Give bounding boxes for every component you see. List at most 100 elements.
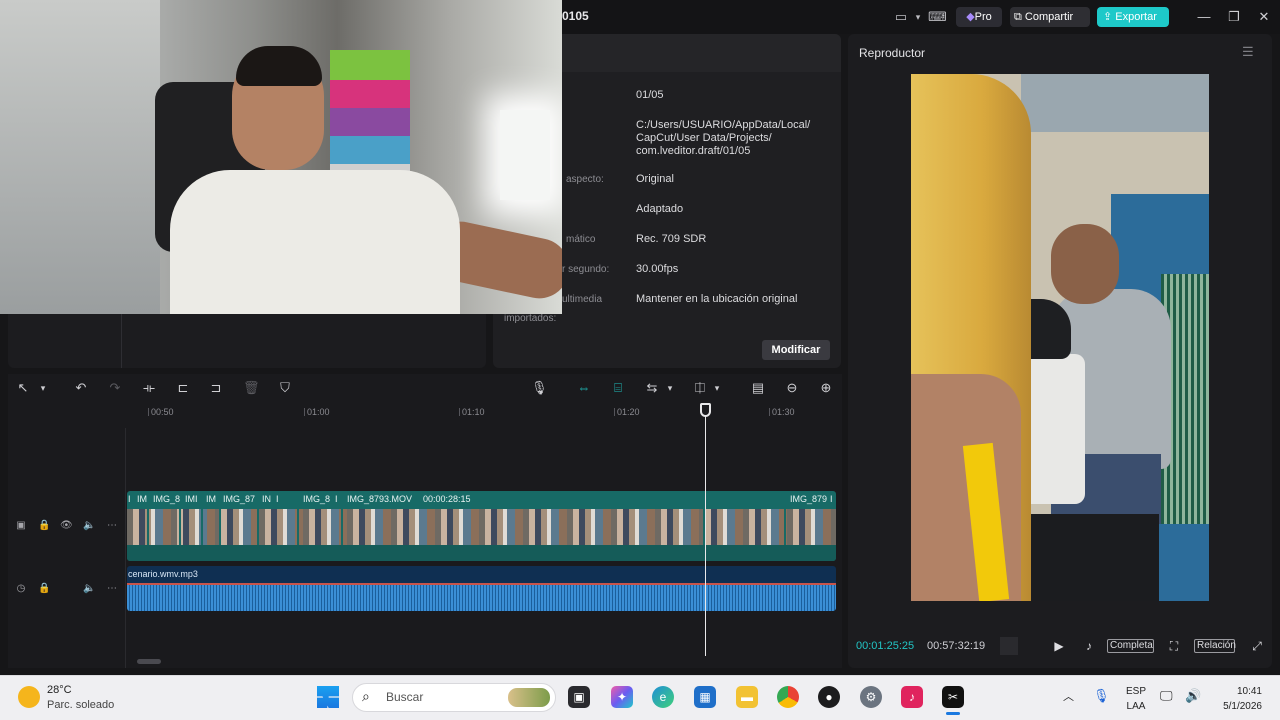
clip-label[interactable]: IMG_879	[790, 494, 827, 504]
language-code: ESP	[1126, 686, 1147, 697]
split-left-icon[interactable]: ⊏	[175, 379, 191, 397]
chevron-down-icon[interactable]: ▾	[665, 379, 675, 397]
microphone-icon[interactable]: 🎙	[531, 379, 548, 397]
timeline-scrollbar[interactable]	[137, 659, 161, 664]
project-path-value: C:/Users/USUARIO/AppData/Local/ CapCut/U…	[636, 119, 811, 157]
clip-label[interactable]: I	[128, 494, 131, 504]
cursor-icon[interactable]: ↖	[16, 379, 30, 397]
weather-description[interactable]: Parc. soleado	[47, 699, 114, 711]
crop-icon[interactable]: ⛶	[1166, 637, 1182, 655]
speaker-icon[interactable]: 🔈	[83, 520, 95, 532]
audio-track[interactable]: cenario.wmv.mp3	[127, 566, 836, 611]
clip-label[interactable]: I	[335, 494, 338, 504]
chevron-down-icon[interactable]: ▾	[913, 8, 923, 26]
store-icon[interactable]: ▦	[694, 686, 716, 708]
fullscreen-icon[interactable]: ⤢	[1249, 637, 1265, 655]
clip-label[interactable]: IM	[137, 494, 147, 504]
modify-button[interactable]: Modificar	[762, 340, 830, 360]
export-button[interactable]: ⇪ Exportar	[1097, 7, 1169, 27]
marker-icon[interactable]	[1000, 637, 1018, 655]
play-icon[interactable]: ▶	[1052, 637, 1066, 655]
undo-icon[interactable]: ↶	[73, 379, 89, 397]
chevron-down-icon[interactable]: ▾	[38, 379, 48, 397]
tiktok-icon[interactable]: ♪	[1081, 637, 1097, 655]
speaker-icon[interactable]: 🔈	[83, 583, 95, 595]
clip-separator	[179, 509, 181, 545]
webcam-overlay	[0, 0, 562, 314]
chevron-up-icon[interactable]: ︿	[1063, 688, 1074, 704]
lock-icon[interactable]: 🔒	[38, 583, 50, 595]
search-highlight-image[interactable]	[508, 688, 550, 707]
more-icon[interactable]: ⋯	[106, 520, 118, 532]
close-icon[interactable]: ✕	[1254, 8, 1274, 26]
obs-icon[interactable]: ●	[818, 686, 840, 708]
ruler-tick	[148, 408, 149, 416]
pro-button[interactable]: ◆Pro	[956, 7, 1002, 27]
system-clock[interactable]: 10:41 5/1/2026	[1222, 684, 1262, 714]
cover-icon[interactable]: ▣	[15, 520, 27, 532]
zoom-in-icon[interactable]: ⊕	[818, 379, 834, 397]
microphone-tray-icon[interactable]: 🎙	[1093, 688, 1110, 704]
clip-label[interactable]: I	[276, 494, 279, 504]
link-icon[interactable]: ⇆	[642, 379, 662, 397]
zoom-out-icon[interactable]: ⊖	[784, 379, 800, 397]
clip-separator	[784, 509, 786, 545]
layout-icon[interactable]: ▭	[892, 8, 910, 26]
volume-icon[interactable]: 🔊	[1185, 688, 1201, 704]
clip-thumbnails	[127, 509, 836, 545]
clip-label[interactable]: IMI	[185, 494, 198, 504]
main-track-magnet-icon[interactable]: ⇔	[574, 379, 594, 397]
aspect-value: Original	[636, 173, 674, 185]
minimize-icon[interactable]: —	[1194, 8, 1214, 26]
more-icon[interactable]: ⋯	[106, 583, 118, 595]
shortcuts-icon[interactable]: ⌨	[928, 8, 947, 26]
fullres-button[interactable]: Completa	[1107, 639, 1154, 653]
task-view-icon[interactable]: ▣	[568, 686, 590, 708]
search-icon[interactable]: ⌕	[362, 688, 370, 705]
eye-icon[interactable]: 👁	[60, 520, 73, 532]
share-button[interactable]: ⧉ Compartir	[1010, 7, 1090, 27]
video-track[interactable]: I IM IMG_8 IMI IM IMG_87 IN I IMG_8 I IM…	[127, 491, 836, 561]
audio-track-icon: ◷	[16, 583, 26, 594]
clip-label[interactable]: IMG_87	[223, 494, 255, 504]
video-preview[interactable]	[911, 74, 1209, 601]
clip-label[interactable]: I	[830, 494, 833, 504]
weather-sun-icon[interactable]	[18, 686, 40, 708]
network-icon[interactable]: 🖵	[1160, 688, 1173, 704]
settings-gear-icon[interactable]: ⚙	[860, 686, 882, 708]
chrome-icon[interactable]	[777, 686, 799, 708]
total-time: 00:57:32:19	[927, 640, 986, 652]
chevron-down-icon[interactable]: ▾	[712, 379, 722, 397]
redo-icon[interactable]: ↷	[107, 379, 123, 397]
caption-icon[interactable]: ▤	[749, 379, 767, 397]
split-icon[interactable]: ⟛	[141, 379, 157, 397]
framerate-label: r segundo:	[562, 264, 610, 275]
clip-label[interactable]: IN	[262, 494, 271, 504]
maximize-icon[interactable]: ❐	[1224, 8, 1244, 26]
playhead-handle[interactable]	[700, 403, 711, 417]
ratio-button[interactable]: Relación	[1194, 639, 1236, 653]
weather-temperature[interactable]: 28°C	[47, 684, 72, 696]
preview-axis-icon[interactable]: ⎅	[690, 379, 710, 397]
clip-label[interactable]: IM	[206, 494, 216, 504]
clip-label[interactable]: IMG_8793.MOV	[347, 494, 412, 504]
shield-icon[interactable]: ⛉	[277, 379, 293, 397]
clip-label[interactable]: IMG_8	[153, 494, 180, 504]
menu-icon[interactable]: ☰	[1242, 44, 1254, 60]
copilot-icon[interactable]: ✦	[611, 686, 633, 708]
taskbar	[0, 675, 1280, 720]
edge-icon[interactable]: e	[652, 686, 674, 708]
tiktok-app-icon[interactable]: ♪	[901, 686, 923, 708]
playhead[interactable]	[705, 412, 706, 656]
search-placeholder[interactable]: Buscar	[386, 690, 423, 704]
volume-line[interactable]	[127, 583, 836, 585]
file-explorer-icon[interactable]: ▬	[736, 686, 758, 708]
clip-labels: I IM IMG_8 IMI IM IMG_87 IN I IMG_8 I IM…	[127, 493, 836, 507]
delete-icon[interactable]: 🗑	[243, 379, 260, 397]
split-right-icon[interactable]: ⊐	[208, 379, 224, 397]
auto-snap-icon[interactable]: ⌸	[608, 379, 628, 397]
input-language[interactable]: ESP LAA	[1126, 684, 1146, 714]
lock-icon[interactable]: 🔒	[38, 520, 50, 532]
capcut-app-icon[interactable]: ✂	[942, 686, 964, 708]
clip-label[interactable]: IMG_8	[303, 494, 330, 504]
